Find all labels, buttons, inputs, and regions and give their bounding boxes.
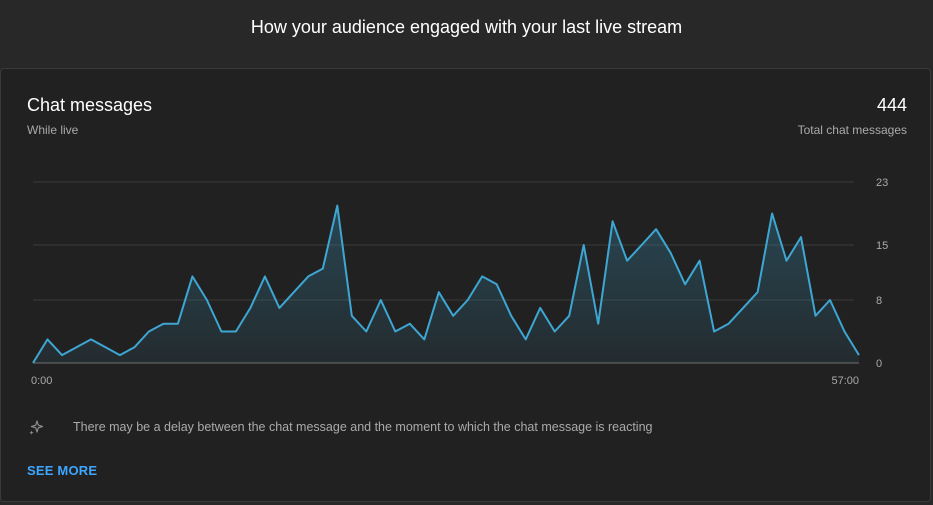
- y-tick-label: 15: [876, 240, 888, 252]
- see-more-link[interactable]: SEE MORE: [27, 463, 97, 478]
- y-tick-label: 8: [876, 295, 882, 307]
- x-tick-label: 57:00: [831, 375, 859, 387]
- series-area: [33, 205, 859, 363]
- chat-messages-chart: 0 8 15 23 0:00 57:00: [31, 177, 888, 387]
- chat-messages-card: Chat messages While live 444 Total chat …: [0, 68, 931, 502]
- y-tick-label: 23: [876, 177, 888, 189]
- x-tick-label: 0:00: [31, 375, 52, 387]
- page-title: How your audience engaged with your last…: [250, 17, 683, 37]
- delay-notice-text: There may be a delay between the chat me…: [73, 420, 653, 434]
- delay-notice: There may be a delay between the chat me…: [27, 417, 653, 437]
- sparkle-icon: [29, 420, 44, 435]
- y-tick-label: 0: [876, 358, 882, 370]
